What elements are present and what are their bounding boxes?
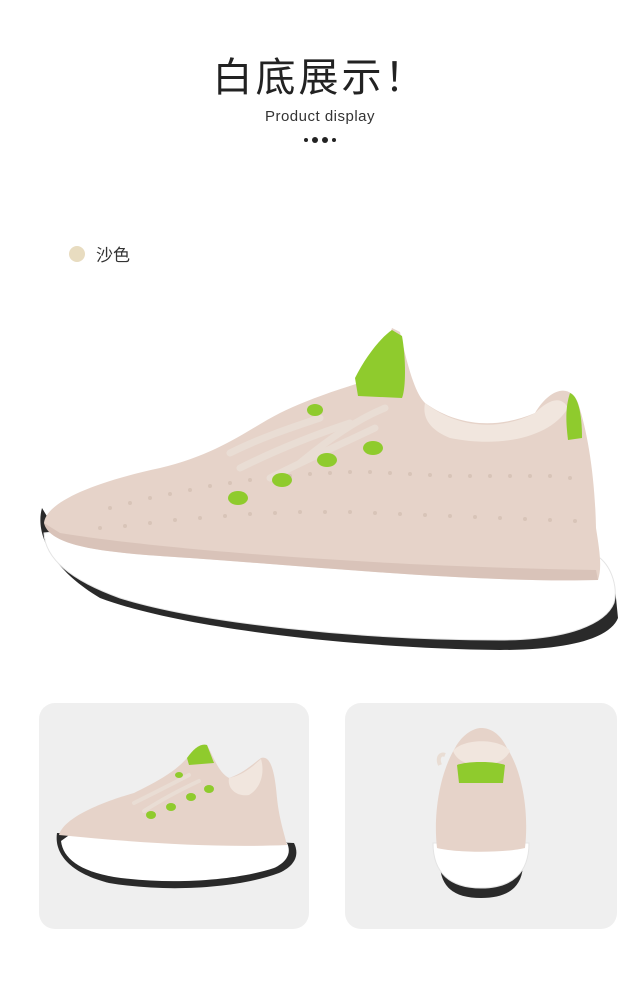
color-swatch [69, 245, 85, 262]
section-header: 白底展示！ Product display [0, 52, 640, 143]
dot [332, 138, 336, 142]
dot [304, 138, 308, 142]
rear-view-icon [432, 728, 530, 898]
hero-shoe-image [30, 318, 630, 668]
color-name: 沙色 [96, 246, 130, 266]
thumbnail-three-quarter [39, 703, 309, 929]
dot [312, 137, 318, 143]
side-view-icon [40, 328, 618, 650]
dot [322, 137, 328, 143]
decorative-dots [0, 137, 640, 143]
three-quarter-view-icon [56, 744, 297, 889]
page-title: 白底展示！ [212, 55, 428, 101]
page-subtitle: Product display [264, 108, 376, 125]
color-option: 沙色 [69, 241, 130, 266]
thumbnail-rear [345, 703, 617, 929]
